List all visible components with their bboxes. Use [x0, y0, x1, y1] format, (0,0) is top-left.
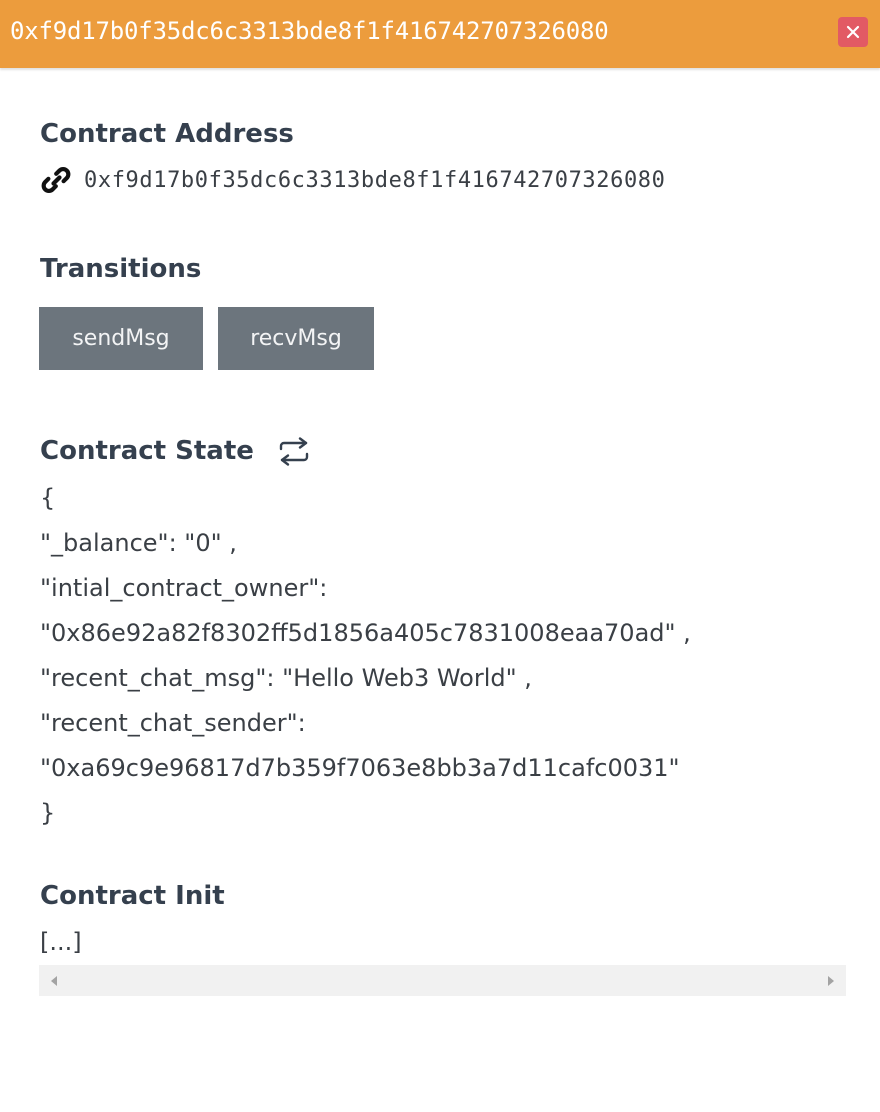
link-icon[interactable]	[40, 164, 72, 196]
contract-state-json: { "_balance": "0" , "intial_contract_own…	[40, 476, 691, 836]
contract-address-row: 0xf9d17b0f35dc6c3313bde8f1f4167427073260…	[40, 162, 666, 198]
close-button[interactable]	[838, 17, 868, 47]
contract-address-value[interactable]: 0xf9d17b0f35dc6c3313bde8f1f4167427073260…	[84, 168, 666, 193]
transitions-heading: Transitions	[40, 254, 202, 284]
contract-init-heading: Contract Init	[40, 881, 225, 911]
state-line: "recent_chat_msg": "Hello Web3 World" ,	[40, 664, 532, 692]
state-line: "intial_contract_owner":	[40, 574, 328, 602]
send-msg-button[interactable]: sendMsg	[39, 307, 203, 370]
state-line: "0x86e92a82f8302ff5d1856a405c7831008eaa7…	[40, 619, 691, 647]
state-line: {	[40, 484, 56, 512]
header-bar: 0xf9d17b0f35dc6c3313bde8f1f4167427073260…	[0, 0, 880, 68]
contract-state-heading: Contract State	[40, 436, 254, 466]
horizontal-scrollbar[interactable]	[39, 965, 846, 996]
state-line: }	[40, 799, 56, 827]
header-title: 0xf9d17b0f35dc6c3313bde8f1f4167427073260…	[10, 17, 609, 45]
contract-address-heading: Contract Address	[40, 119, 294, 149]
transitions-buttons: sendMsg recvMsg	[39, 307, 374, 370]
close-icon	[846, 25, 860, 39]
scroll-right-arrow-icon[interactable]	[818, 965, 842, 996]
refresh-icon[interactable]	[277, 437, 311, 467]
state-line: "0xa69c9e96817d7b359f7063e8bb3a7d11cafc0…	[40, 754, 680, 782]
state-line: "recent_chat_sender":	[40, 709, 306, 737]
contract-init-value: [...]	[40, 928, 82, 956]
recv-msg-button[interactable]: recvMsg	[218, 307, 374, 370]
contract-details-panel: 0xf9d17b0f35dc6c3313bde8f1f4167427073260…	[0, 0, 880, 1112]
state-line: "_balance": "0" ,	[40, 529, 237, 557]
scroll-left-arrow-icon[interactable]	[43, 965, 67, 996]
